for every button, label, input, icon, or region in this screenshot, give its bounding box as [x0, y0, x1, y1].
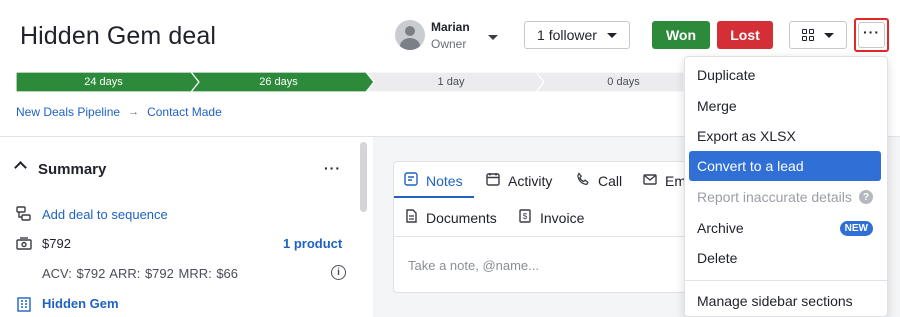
envelope-icon: [643, 172, 657, 189]
note-icon: [404, 172, 418, 189]
info-icon[interactable]: i: [331, 265, 346, 280]
more-actions-menu: Duplicate Merge Export as XLSX Convert t…: [684, 56, 888, 317]
add-deal-to-sequence-link[interactable]: Add deal to sequence: [42, 207, 168, 222]
breadcrumb: New Deals Pipeline → Contact Made: [16, 105, 222, 119]
more-actions-button[interactable]: ···: [854, 18, 889, 52]
avatar-head: [405, 26, 415, 36]
won-button[interactable]: Won: [652, 21, 710, 49]
menu-item-label: Duplicate: [697, 67, 756, 83]
view-switch-button[interactable]: [789, 21, 847, 49]
note-input[interactable]: Take a note, @name...: [408, 258, 539, 273]
follower-button[interactable]: 1 follower: [524, 21, 630, 49]
stage-2-label: 26 days: [259, 76, 298, 88]
new-badge: NEW: [839, 221, 873, 236]
menu-item-label: Manage sidebar sections: [697, 293, 853, 309]
calendar-icon: [486, 172, 500, 189]
deal-page: Hidden Gem deal Marian Owner 1 follower …: [0, 0, 900, 317]
organization-icon: [16, 296, 32, 317]
owner-avatar[interactable]: [395, 20, 425, 50]
menu-item-export-xlsx[interactable]: Export as XLSX: [689, 121, 881, 151]
menu-item-archive[interactable]: Archive NEW: [689, 213, 881, 243]
avatar-body: [400, 38, 420, 50]
stage-1[interactable]: 24 days: [16, 72, 191, 92]
more-dots-icon: ···: [858, 22, 885, 48]
menu-item-report-inaccurate: Report inaccurate details ?: [689, 182, 881, 212]
tab-activity[interactable]: Activity: [486, 172, 552, 189]
summary-title: Summary: [38, 161, 107, 178]
breadcrumb-pipeline[interactable]: New Deals Pipeline: [16, 105, 120, 119]
summary-scrollbar[interactable]: [360, 142, 367, 212]
stage-1-label: 24 days: [84, 76, 123, 88]
tab-invoice-label: Invoice: [540, 209, 585, 226]
menu-item-label: Merge: [697, 98, 737, 114]
money-icon: [16, 236, 32, 257]
lost-button[interactable]: Lost: [717, 21, 773, 49]
tab-invoice[interactable]: $ Invoice: [518, 209, 584, 226]
summary-more-button[interactable]: ···: [324, 160, 341, 176]
menu-item-convert-to-lead[interactable]: Convert to a lead: [689, 151, 881, 181]
tab-activity-label: Activity: [508, 172, 553, 189]
composer-divider: [394, 236, 693, 237]
menu-divider: [685, 280, 887, 281]
phone-icon: [576, 172, 590, 189]
tab-call[interactable]: Call: [576, 172, 622, 189]
menu-item-merge[interactable]: Merge: [689, 91, 881, 121]
tab-documents-label: Documents: [426, 209, 497, 226]
products-link[interactable]: 1 product: [283, 236, 342, 251]
deal-title: Hidden Gem deal: [20, 22, 217, 50]
tab-call-label: Call: [598, 172, 623, 189]
question-icon[interactable]: ?: [859, 190, 873, 204]
revenue-metrics: ACV: $792 ARR: $792 MRR: $66: [42, 266, 239, 281]
stage-3-label: 1 day: [437, 76, 465, 88]
stage-3[interactable]: 1 day: [366, 72, 536, 92]
stage-4-label: 0 days: [607, 76, 640, 88]
deal-amount[interactable]: $792: [42, 236, 71, 251]
tab-notes-label: Notes: [426, 172, 463, 189]
tab-email[interactable]: Em: [643, 172, 686, 189]
invoice-icon: $: [518, 209, 532, 226]
arrow-right-icon: →: [128, 106, 140, 118]
owner-role: Owner: [431, 37, 467, 51]
stage-2[interactable]: 26 days: [191, 72, 366, 92]
sequence-icon: [16, 206, 32, 227]
chevron-down-icon: [824, 32, 834, 38]
menu-item-label: Delete: [697, 250, 738, 266]
svg-text:$: $: [523, 212, 528, 221]
menu-item-label: Report inaccurate details: [697, 189, 852, 205]
menu-item-label: Convert to a lead: [697, 158, 804, 174]
menu-item-label: Archive: [697, 220, 744, 236]
chevron-down-icon: [606, 32, 617, 38]
pipeline-stage-bar: 24 days 26 days 1 day 0 days: [16, 72, 684, 92]
owner-chevron-down-icon[interactable]: [488, 35, 498, 40]
document-icon: [404, 209, 418, 226]
organization-link[interactable]: Hidden Gem: [42, 296, 119, 311]
owner-name[interactable]: Marian: [431, 20, 470, 34]
active-tab-indicator: [394, 196, 474, 198]
tab-email-label: Em: [665, 172, 686, 189]
breadcrumb-stage[interactable]: Contact Made: [147, 105, 222, 119]
grid-icon: [802, 29, 814, 41]
menu-item-manage-sidebar[interactable]: Manage sidebar sections: [689, 286, 881, 316]
tab-documents[interactable]: Documents: [404, 209, 497, 226]
tab-notes[interactable]: Notes: [404, 172, 463, 189]
menu-item-label: Export as XLSX: [697, 128, 796, 144]
menu-item-duplicate[interactable]: Duplicate: [689, 60, 881, 90]
follower-label: 1 follower: [537, 27, 597, 43]
menu-item-delete[interactable]: Delete: [689, 243, 881, 273]
